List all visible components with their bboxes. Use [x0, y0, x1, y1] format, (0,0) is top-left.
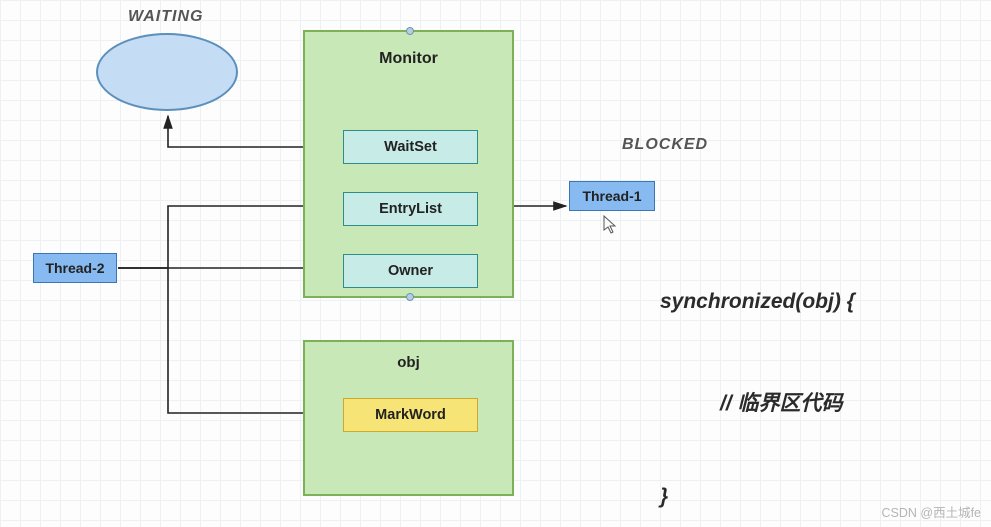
code-critical-section: // 临界区代码: [720, 387, 843, 417]
waiting-label: WAITING: [128, 8, 203, 26]
waiting-ellipse: [96, 33, 238, 111]
thread-2-box: Thread-2: [33, 253, 117, 283]
obj-title: obj: [305, 354, 512, 371]
monitor-container: Monitor WaitSet EntryList Owner: [303, 30, 514, 298]
entrylist-box: EntryList: [343, 192, 478, 226]
resize-dot: [406, 27, 414, 35]
resize-dot: [406, 293, 414, 301]
obj-container: obj MarkWord: [303, 340, 514, 496]
cursor-icon: [602, 215, 618, 235]
markword-box: MarkWord: [343, 398, 478, 432]
monitor-title: Monitor: [305, 50, 512, 68]
waitset-box: WaitSet: [343, 130, 478, 164]
code-synchronized: synchronized(obj) {: [660, 290, 855, 314]
code-close-brace: }: [660, 485, 668, 509]
thread-1-box: Thread-1: [569, 181, 655, 211]
blocked-label: BLOCKED: [622, 136, 708, 154]
owner-box: Owner: [343, 254, 478, 288]
watermark: CSDN @西土城fe: [881, 502, 981, 521]
